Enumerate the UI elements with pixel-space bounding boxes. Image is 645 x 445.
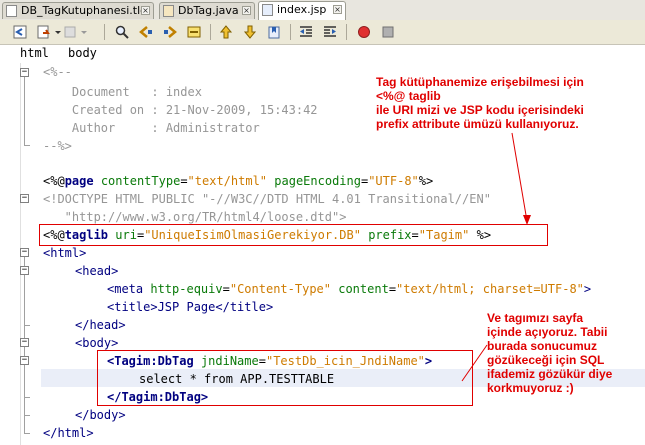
code-line: </html> <box>43 426 94 440</box>
code-line-meta: <meta http-equiv="Content-Type" content=… <box>107 282 592 296</box>
annotation-dbtag: Ve tagımızı sayfa içinde açıyoruz. Tabii… <box>487 311 613 395</box>
start-macro-recording-icon[interactable] <box>356 24 372 40</box>
fold-toggle-icon[interactable]: − <box>20 356 29 365</box>
jsp-file-icon <box>262 4 273 16</box>
breadcrumb-html[interactable]: html <box>20 46 49 60</box>
previous-bookmark-icon[interactable] <box>218 24 234 40</box>
editor-tab-bar: DB_TagKutuphanesi.tld × DbTag.java × ind… <box>0 0 645 21</box>
java-file-icon <box>163 5 174 17</box>
fold-guide-end <box>24 145 30 146</box>
annotation-taglib: Tag kütüphanemize erişebilmesi için <%@ … <box>376 75 584 131</box>
code-line: <head> <box>75 264 119 278</box>
toggle-highlight-icon[interactable] <box>186 24 202 40</box>
find-icon[interactable] <box>114 24 130 40</box>
fold-toggle-icon[interactable]: − <box>20 338 29 347</box>
close-icon[interactable]: × <box>333 5 342 14</box>
fold-guide-end <box>24 415 30 416</box>
tab-index-jsp[interactable]: index.jsp × <box>258 1 346 20</box>
tab-label: DbTag.java <box>178 4 239 17</box>
code-line: <html> <box>43 246 87 260</box>
fold-toggle-icon[interactable]: − <box>20 248 29 257</box>
code-line: <title>JSP Page</title> <box>107 300 274 314</box>
tab-db-tagkutuphanesi-tld[interactable]: DB_TagKutuphanesi.tld × <box>2 2 154 19</box>
code-line: </head> <box>75 318 126 332</box>
code-line: <%-- <box>43 65 72 79</box>
editor-toolbar <box>0 20 645 45</box>
chevron-down-icon[interactable] <box>50 24 61 40</box>
code-line: </body> <box>75 408 126 422</box>
code-editor[interactable]: − − − − − − <%-- Document : index Create… <box>0 63 645 445</box>
toggle-bookmark-icon[interactable] <box>266 24 282 40</box>
fold-guide-end <box>24 397 30 398</box>
breadcrumb: html body <box>0 45 645 63</box>
fold-toggle-icon[interactable]: − <box>20 266 29 275</box>
stop-macro-recording-icon[interactable] <box>380 24 396 40</box>
next-bookmark-icon[interactable] <box>242 24 258 40</box>
tab-label: DB_TagKutuphanesi.tld <box>21 4 148 17</box>
tld-file-icon <box>6 5 17 17</box>
close-icon[interactable]: × <box>242 6 251 15</box>
find-next-icon[interactable] <box>162 24 178 40</box>
fold-toggle-icon[interactable]: − <box>20 68 29 77</box>
toolbar-separator <box>210 24 211 40</box>
fold-guide-end <box>24 433 30 434</box>
code-line: Document : index <box>43 85 202 99</box>
code-line: Author : Administrator <box>43 121 260 135</box>
taglib-highlight-box <box>39 224 548 246</box>
find-previous-icon[interactable] <box>138 24 154 40</box>
back-history-icon[interactable] <box>12 24 28 40</box>
code-line-doctype: <!DOCTYPE HTML PUBLIC "-//W3C//DTD HTML … <box>43 192 491 206</box>
code-line: Created on : 21-Nov-2009, 15:43:42 <box>43 103 318 117</box>
toolbar-separator <box>104 24 105 40</box>
toolbar-separator <box>290 24 291 40</box>
fold-guide-end <box>24 325 30 326</box>
dbtag-highlight-box <box>97 350 473 406</box>
chevron-down-icon[interactable] <box>76 24 87 40</box>
fold-toggle-icon[interactable]: − <box>20 194 29 203</box>
toolbar-separator <box>346 24 347 40</box>
breadcrumb-body[interactable]: body <box>68 46 97 60</box>
close-icon[interactable]: × <box>141 6 150 15</box>
code-line-page-directive: <%@page contentType="text/html" pageEnco… <box>43 174 434 188</box>
shift-right-icon[interactable] <box>322 24 338 40</box>
tab-label: index.jsp <box>277 3 327 16</box>
code-line: --%> <box>43 139 72 153</box>
shift-left-icon[interactable] <box>298 24 314 40</box>
line-gutter <box>0 63 21 445</box>
tab-dbtag-java[interactable]: DbTag.java × <box>159 2 255 19</box>
fold-guide <box>24 77 25 145</box>
